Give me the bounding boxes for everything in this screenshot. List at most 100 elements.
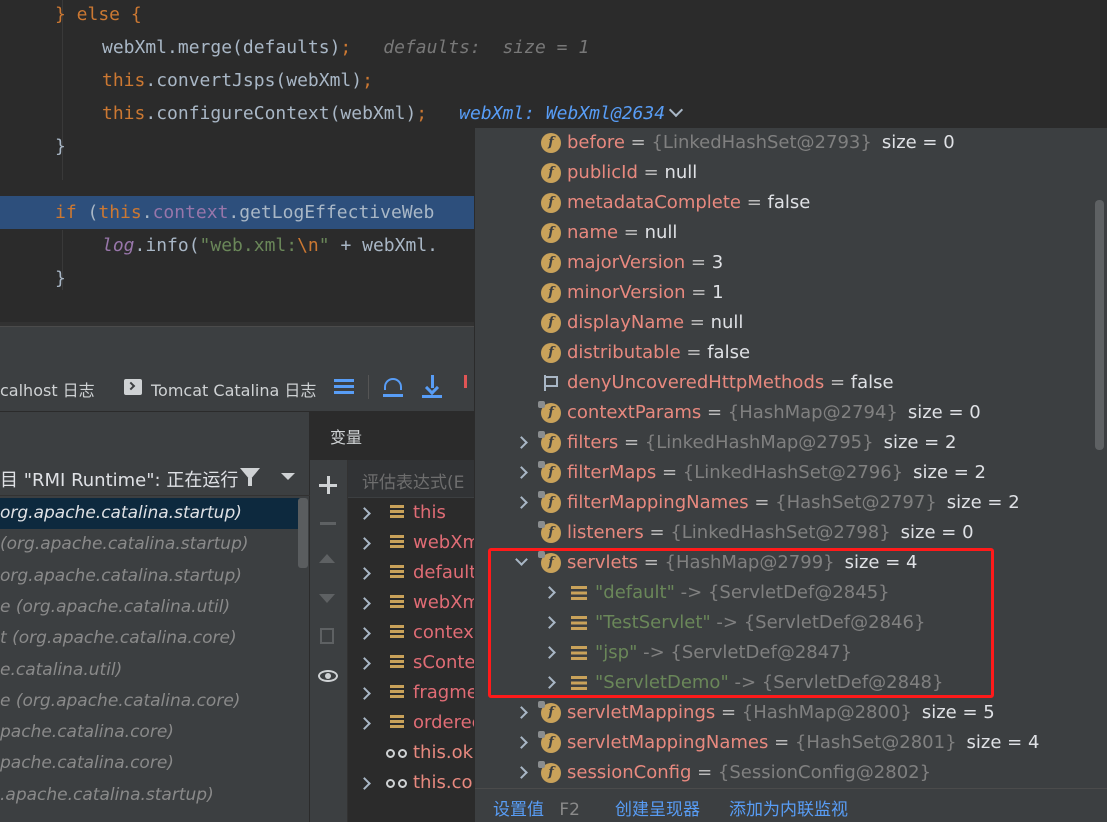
inline-debug-value[interactable]: webXml: WebXml@2634 xyxy=(459,102,684,124)
expand-arrow-icon[interactable] xyxy=(358,537,371,550)
set-value-link[interactable]: 设置值 F2 xyxy=(493,795,580,820)
expand-arrow-icon[interactable] xyxy=(358,777,371,790)
field-row[interactable]: f filterMappingNames = {HashSet@2797} size… xyxy=(475,488,1095,518)
code-text: webXml.merge(defaults); defaults: size = … xyxy=(102,31,589,64)
menu-icon[interactable] xyxy=(334,375,356,399)
create-renderer-link[interactable]: 创建呈现器 xyxy=(615,795,700,820)
field-icon: f xyxy=(538,491,561,513)
field-name: majorVersion xyxy=(567,252,686,273)
expand-arrow-icon[interactable] xyxy=(515,496,528,509)
field-row[interactable]: f contextParams = {HashMap@2794} size = 0 xyxy=(475,398,1095,428)
move-up-icon[interactable] xyxy=(319,554,335,563)
row-text: servletMappingNames = {HashSet@2801} size… xyxy=(567,728,1039,758)
expand-arrow-icon[interactable] xyxy=(358,657,371,670)
expand-arrow-icon[interactable] xyxy=(358,717,371,730)
row-text: majorVersion = 3 xyxy=(567,248,723,278)
field-row[interactable]: f filters = {LinkedHashMap@2795} size = 2 xyxy=(475,428,1095,458)
eye-icon[interactable] xyxy=(318,670,338,682)
field-row[interactable]: f sessionConfig = {SessionConfig@2802} xyxy=(475,758,1095,788)
step-over-icon[interactable] xyxy=(383,375,405,399)
field-row[interactable]: f distributable = false xyxy=(475,338,1095,368)
chevron-down-icon[interactable] xyxy=(668,102,684,118)
stack-frame[interactable]: org.apache.catalina.startup) xyxy=(0,498,300,529)
code-token: log xyxy=(102,235,135,256)
field-row[interactable]: f displayName = null xyxy=(475,308,1095,338)
expand-arrow-icon[interactable] xyxy=(515,766,528,779)
field-list-icon xyxy=(390,565,404,579)
watch-glasses-icon xyxy=(386,779,410,789)
stack-frame[interactable]: e (org.apache.catalina.util) xyxy=(0,592,300,623)
code-line[interactable]: } else { xyxy=(0,0,1107,31)
stack-frame[interactable]: org.apache.catalina.startup) xyxy=(0,561,300,592)
field-row[interactable]: f metadataComplete = false xyxy=(475,188,1095,218)
field-name: metadataComplete xyxy=(567,192,741,213)
field-name: servletMappings xyxy=(567,702,716,723)
stack-frame[interactable]: t (org.apache.catalina.core) xyxy=(0,623,300,654)
expand-arrow-icon[interactable] xyxy=(515,736,528,749)
field-name: servletMappingNames xyxy=(567,732,769,753)
popup-scrollbar[interactable] xyxy=(1095,200,1104,450)
field-row[interactable]: denyUncoveredHttpMethods = false xyxy=(475,368,1095,398)
row-text: publicId = null xyxy=(567,158,697,188)
filter-icon-stem xyxy=(248,478,252,486)
highlight-annotation-box xyxy=(488,548,994,698)
row-text: filterMaps = {LinkedHashSet@2796} size = … xyxy=(567,458,986,488)
tab-localhost-log[interactable]: calhost 日志 xyxy=(0,377,95,401)
step-into-icon[interactable] xyxy=(422,375,444,399)
remove-watch-icon[interactable] xyxy=(320,522,336,525)
field-icon: f xyxy=(538,701,561,723)
code-token: } else { xyxy=(55,4,142,25)
code-token: ( xyxy=(87,202,99,223)
stack-frame[interactable]: pache.catalina.core) xyxy=(0,748,300,779)
stack-frame[interactable]: (org.apache.catalina.startup) xyxy=(0,529,300,560)
size-info: size = 0 xyxy=(907,402,981,423)
field-row[interactable]: f name = null xyxy=(475,218,1095,248)
expand-arrow-icon[interactable] xyxy=(358,687,371,700)
add-watch-icon[interactable] xyxy=(319,476,337,494)
expand-arrow-icon[interactable] xyxy=(515,466,528,479)
equals-sign: = xyxy=(701,402,728,423)
field-row[interactable]: f filterMaps = {LinkedHashSet@2796} size =… xyxy=(475,458,1095,488)
frames-scrollbar[interactable] xyxy=(298,498,308,568)
expand-arrow-icon[interactable] xyxy=(358,627,371,640)
field-row[interactable]: f listeners = {LinkedHashSet@2798} size = … xyxy=(475,518,1095,548)
tab-catalina-log[interactable]: Tomcat Catalina 日志 xyxy=(151,377,316,401)
expand-arrow-icon[interactable] xyxy=(515,436,528,449)
expand-arrow-icon[interactable] xyxy=(515,706,528,719)
expand-arrow-icon[interactable] xyxy=(358,507,371,520)
code-token: } xyxy=(55,268,66,289)
field-list-icon xyxy=(390,715,404,729)
code-line[interactable]: this.convertJsps(webXml); xyxy=(0,64,1107,97)
move-down-icon[interactable] xyxy=(319,594,335,603)
field-value: 1 xyxy=(712,282,724,303)
thread-selector[interactable]: 目 "RMI Runtime": 正在运行 xyxy=(0,460,310,496)
copy-icon[interactable] xyxy=(320,628,334,644)
stack-frame[interactable]: pache.catalina.core) xyxy=(0,717,300,748)
variable-name: fragme xyxy=(413,682,478,703)
stack-frame[interactable]: e.catalina.util) xyxy=(0,655,300,686)
field-row[interactable]: f servletMappingNames = {HashSet@2801} siz… xyxy=(475,728,1095,758)
equals-sign: = xyxy=(618,432,645,453)
size-info: size = 2 xyxy=(913,462,987,483)
debug-value-popup[interactable]: f before = {LinkedHashSet@2793} size = 0fp… xyxy=(474,128,1107,822)
field-row[interactable]: f majorVersion = 3 xyxy=(475,248,1095,278)
add-inline-watch-link[interactable]: 添加为内联监视 xyxy=(729,795,848,820)
chevron-down-icon[interactable] xyxy=(281,473,295,480)
field-row[interactable]: f before = {LinkedHashSet@2793} size = 0 xyxy=(475,128,1095,158)
equals-sign: = xyxy=(643,522,671,543)
field-name: filterMappingNames xyxy=(567,492,749,513)
expand-arrow-icon[interactable] xyxy=(358,597,371,610)
variable-name: context xyxy=(413,622,481,643)
field-row[interactable]: f publicId = null xyxy=(475,158,1095,188)
size-info: size = 5 xyxy=(921,702,995,723)
stack-frame[interactable]: .apache.catalina.startup) xyxy=(0,780,300,811)
code-token: this xyxy=(102,70,146,91)
field-name: denyUncoveredHttpMethods xyxy=(567,372,825,393)
expand-arrow-icon[interactable] xyxy=(358,567,371,580)
stack-frame[interactable]: e (org.apache.catalina.core) xyxy=(0,686,300,717)
code-line[interactable]: this.configureContext(webXml); webXml: We… xyxy=(0,97,1107,130)
field-row[interactable]: f minorVersion = 1 xyxy=(475,278,1095,308)
field-row[interactable]: f servletMappings = {HashMap@2800} size = … xyxy=(475,698,1095,728)
code-line[interactable]: webXml.merge(defaults); defaults: size = … xyxy=(0,31,1107,64)
variable-name: webXm xyxy=(413,592,481,613)
